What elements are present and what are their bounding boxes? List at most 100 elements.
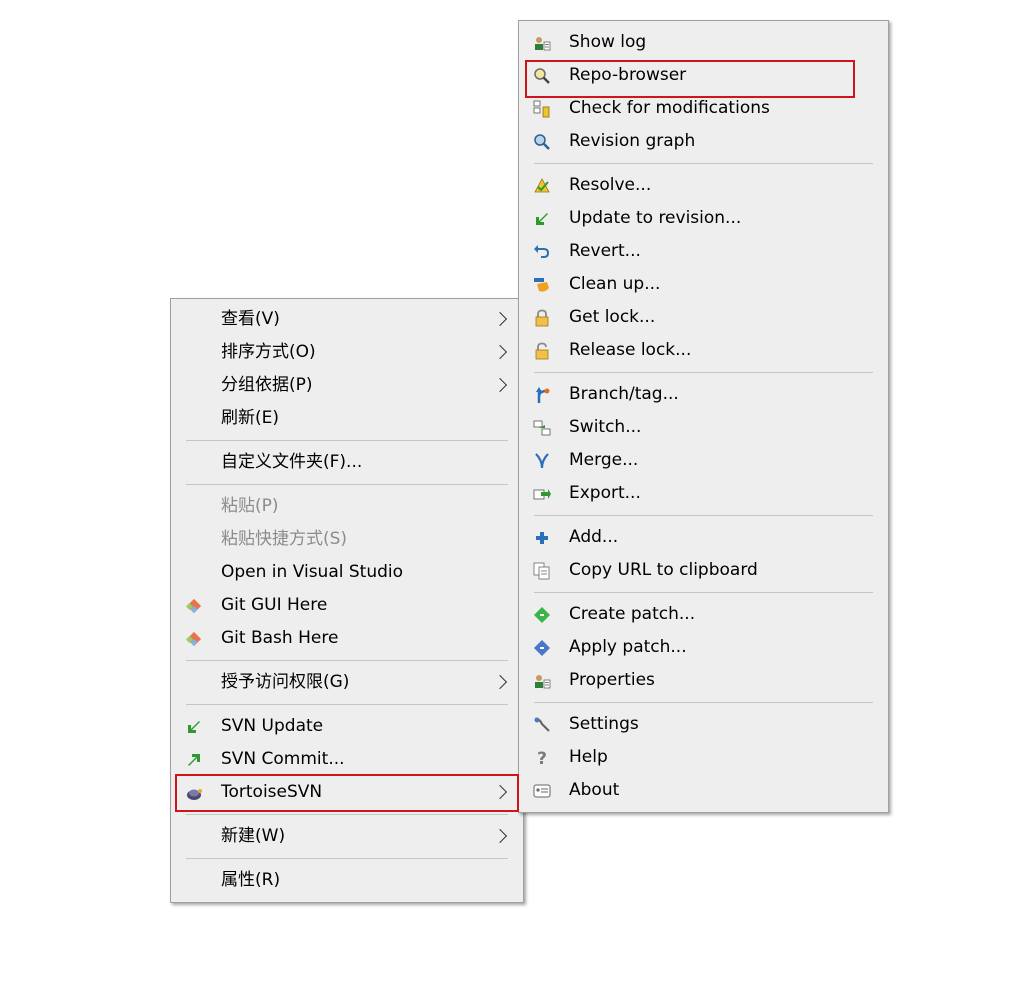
submenu-item-create-patch[interactable]: Create patch... xyxy=(519,598,888,631)
submenu-item-show-log[interactable]: Show log xyxy=(519,26,888,59)
menu-item-label: Show log xyxy=(569,32,647,52)
repo-browser-icon xyxy=(534,68,550,84)
tortoisesvn-submenu: Show log Repo-browser Check for modifica… xyxy=(518,20,889,813)
menu-item-label: Revision graph xyxy=(569,131,696,151)
menu-item-grant-access[interactable]: 授予访问权限(G) xyxy=(171,666,523,699)
menu-item-label: 自定义文件夹(F)... xyxy=(221,452,363,472)
menu-item-label: 粘贴(P) xyxy=(221,496,279,516)
menu-item-label: Clean up... xyxy=(569,274,661,294)
menu-item-label: About xyxy=(569,780,620,800)
submenu-item-export[interactable]: Export... xyxy=(519,477,888,510)
menu-item-label: 刷新(E) xyxy=(221,408,280,428)
menu-item-label: Properties xyxy=(569,670,655,690)
update-icon xyxy=(536,213,548,225)
menu-item-label: Revert... xyxy=(569,241,641,261)
git-icon xyxy=(185,631,202,647)
context-menu: 查看(V) 排序方式(O) 分组依据(P) 刷新(E) 自定义文件夹(F)...… xyxy=(170,298,524,903)
add-icon xyxy=(536,532,548,544)
check-modifications-icon xyxy=(533,100,550,118)
submenu-item-about[interactable]: About xyxy=(519,774,888,807)
menu-separator xyxy=(186,440,508,441)
resolve-icon xyxy=(534,178,550,193)
show-log-icon xyxy=(535,37,551,51)
submenu-item-help[interactable]: ? Help xyxy=(519,741,888,774)
submenu-item-revision-graph[interactable]: Revision graph xyxy=(519,125,888,158)
menu-item-svn-update[interactable]: SVN Update xyxy=(171,710,523,743)
menu-item-label: Export... xyxy=(569,483,641,503)
chevron-right-icon xyxy=(492,344,508,360)
menu-item-label: Branch/tag... xyxy=(569,384,679,404)
menu-item-customize-folder[interactable]: 自定义文件夹(F)... xyxy=(171,446,523,479)
submenu-item-apply-patch[interactable]: Apply patch... xyxy=(519,631,888,664)
submenu-item-properties[interactable]: Properties xyxy=(519,664,888,697)
about-icon xyxy=(533,784,551,798)
menu-item-label: Apply patch... xyxy=(569,637,687,657)
menu-item-paste-shortcut: 粘贴快捷方式(S) xyxy=(171,523,523,556)
submenu-item-update-to-revision[interactable]: Update to revision... xyxy=(519,202,888,235)
submenu-item-merge[interactable]: Merge... xyxy=(519,444,888,477)
menu-item-label: Create patch... xyxy=(569,604,696,624)
menu-separator xyxy=(186,704,508,705)
menu-item-label: Help xyxy=(569,747,608,767)
menu-item-git-gui[interactable]: Git GUI Here xyxy=(171,589,523,622)
menu-item-label: Release lock... xyxy=(569,340,692,360)
menu-item-label: Git Bash Here xyxy=(221,628,339,648)
menu-item-paste: 粘贴(P) xyxy=(171,490,523,523)
menu-item-svn-commit[interactable]: SVN Commit... xyxy=(171,743,523,776)
menu-item-group-by[interactable]: 分组依据(P) xyxy=(171,369,523,402)
submenu-item-copy-url[interactable]: Copy URL to clipboard xyxy=(519,554,888,587)
chevron-right-icon xyxy=(492,828,508,844)
revision-graph-icon xyxy=(534,134,550,150)
menu-separator xyxy=(534,592,873,593)
revert-icon xyxy=(534,245,549,258)
menu-separator xyxy=(534,163,873,164)
submenu-item-resolve[interactable]: Resolve... xyxy=(519,169,888,202)
switch-icon xyxy=(533,420,551,436)
tortoise-icon xyxy=(187,789,202,800)
properties-icon xyxy=(535,675,551,689)
menu-item-label: Git GUI Here xyxy=(221,595,328,615)
export-icon xyxy=(533,489,551,500)
settings-icon xyxy=(534,717,550,732)
menu-separator xyxy=(186,814,508,815)
menu-item-view[interactable]: 查看(V) xyxy=(171,303,523,336)
chevron-right-icon xyxy=(492,784,508,800)
menu-separator xyxy=(186,858,508,859)
submenu-item-release-lock[interactable]: Release lock... xyxy=(519,334,888,367)
submenu-item-branch-tag[interactable]: Branch/tag... xyxy=(519,378,888,411)
copy-icon xyxy=(533,562,550,580)
menu-item-label: 粘贴快捷方式(S) xyxy=(221,529,348,549)
menu-item-tortoisesvn[interactable]: TortoiseSVN xyxy=(171,776,523,809)
menu-item-label: Settings xyxy=(569,714,639,734)
menu-separator xyxy=(186,484,508,485)
submenu-item-revert[interactable]: Revert... xyxy=(519,235,888,268)
create-patch-icon xyxy=(534,607,550,623)
submenu-item-get-lock[interactable]: Get lock... xyxy=(519,301,888,334)
menu-item-label: 查看(V) xyxy=(221,309,280,329)
menu-item-label: 新建(W) xyxy=(221,826,286,846)
menu-separator xyxy=(534,372,873,373)
submenu-item-repo-browser[interactable]: Repo-browser xyxy=(519,59,888,92)
svn-update-icon xyxy=(188,721,200,733)
chevron-right-icon xyxy=(492,674,508,690)
submenu-item-settings[interactable]: Settings xyxy=(519,708,888,741)
submenu-item-switch[interactable]: Switch... xyxy=(519,411,888,444)
menu-item-label: SVN Commit... xyxy=(221,749,345,769)
merge-icon xyxy=(535,453,549,469)
menu-item-sort-by[interactable]: 排序方式(O) xyxy=(171,336,523,369)
menu-item-properties[interactable]: 属性(R) xyxy=(171,864,523,897)
menu-item-label: Add... xyxy=(569,527,619,547)
menu-item-git-bash[interactable]: Git Bash Here xyxy=(171,622,523,655)
menu-item-refresh[interactable]: 刷新(E) xyxy=(171,402,523,435)
submenu-item-clean-up[interactable]: Clean up... xyxy=(519,268,888,301)
apply-patch-icon xyxy=(534,640,550,656)
git-icon xyxy=(185,598,202,614)
menu-item-new[interactable]: 新建(W) xyxy=(171,820,523,853)
clean-up-icon xyxy=(534,278,549,292)
lock-icon xyxy=(535,309,549,327)
menu-item-label: 属性(R) xyxy=(221,870,281,890)
submenu-item-add[interactable]: Add... xyxy=(519,521,888,554)
submenu-item-check-modifications[interactable]: Check for modifications xyxy=(519,92,888,125)
menu-separator xyxy=(534,702,873,703)
menu-item-open-visual-studio[interactable]: Open in Visual Studio xyxy=(171,556,523,589)
